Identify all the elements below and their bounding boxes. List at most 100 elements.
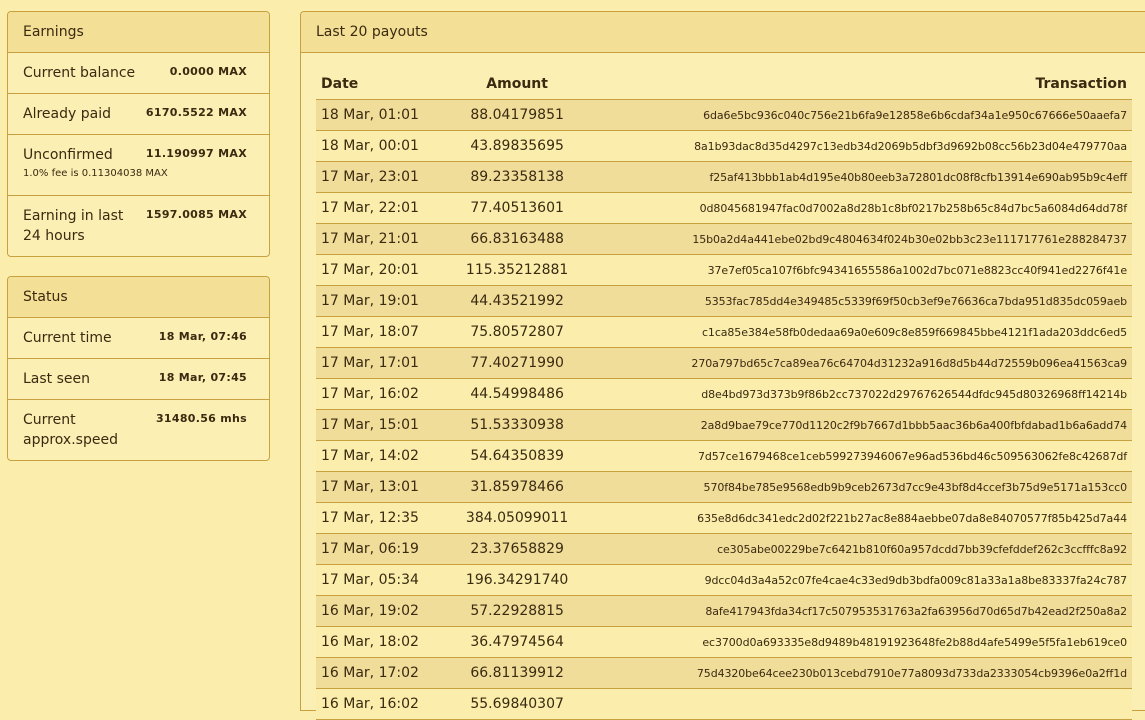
payout-transaction[interactable]: 6da6e5bc936c040c756e21b6fa9e12858e6b6cda… <box>586 99 1132 131</box>
earning-24h-label: Earning in last 24 hours <box>23 208 124 244</box>
payout-amount: 44.43521992 <box>448 285 587 317</box>
table-row: 17 Mar, 19:01 44.43521992 5353fac785dd4e34… <box>316 285 1132 317</box>
payout-amount: 44.54998486 <box>448 378 587 410</box>
payout-date: 18 Mar, 00:01 <box>316 130 449 162</box>
payout-date: 17 Mar, 23:01 <box>316 161 449 193</box>
table-row: 16 Mar, 19:02 57.22928815 8afe417943fda34c… <box>316 595 1132 627</box>
table-row: 17 Mar, 18:07 75.80572807 c1ca85e384e58fb0… <box>316 316 1132 348</box>
payout-transaction[interactable]: ec3700d0a693335e8d9489b48191923648fe2b88… <box>586 626 1132 658</box>
fee-note: 1.0% fee is 0.11304038 MAX <box>23 168 168 179</box>
payout-date: 16 Mar, 19:02 <box>316 595 449 627</box>
payout-amount: 66.83163488 <box>448 223 587 255</box>
payout-amount: 43.89835695 <box>448 130 587 162</box>
current-time-label: Current time <box>23 330 112 346</box>
table-row: 17 Mar, 16:02 44.54998486 d8e4bd973d373b9f… <box>316 378 1132 410</box>
status-panel: Status Current time 18 Mar, 07:46 Last s… <box>7 276 270 461</box>
last-seen-label: Last seen <box>23 371 91 387</box>
payouts-header-row: Date Amount Transaction <box>316 69 1132 100</box>
amount-column-header: Amount <box>448 69 587 100</box>
payout-date: 17 Mar, 17:01 <box>316 347 449 379</box>
payout-amount: 88.04179851 <box>448 99 587 131</box>
payout-date: 17 Mar, 21:01 <box>316 223 449 255</box>
payout-transaction[interactable]: 0d8045681947fac0d7002a8d28b1c8bf0217b258… <box>586 192 1132 224</box>
table-row: 18 Mar, 00:01 43.89835695 8a1b93dac8d35d42… <box>316 130 1132 162</box>
payout-transaction[interactable]: d8e4bd973d373b9f86b2cc737022d29767626544… <box>586 378 1132 410</box>
unconfirmed-value: 11.190997 MAX <box>145 147 247 160</box>
speed-label: Current approx.speed <box>23 412 118 448</box>
payout-date: 17 Mar, 16:02 <box>316 378 449 410</box>
payout-date: 17 Mar, 15:01 <box>316 409 449 441</box>
payout-amount: 75.80572807 <box>448 316 587 348</box>
payout-amount: 196.34291740 <box>448 564 587 596</box>
payout-transaction[interactable]: 75d4320be64cee230b013cebd7910e77a8093d73… <box>586 657 1132 689</box>
speed-row: Current approx.speed 31480.56 mhs <box>8 400 269 461</box>
table-row: 17 Mar, 13:01 31.85978466 570f84be785e9568… <box>316 471 1132 503</box>
current-balance-value: 0.0000 MAX <box>169 65 247 78</box>
payout-date: 18 Mar, 01:01 <box>316 99 449 131</box>
payout-transaction[interactable]: 2a8d9bae79ce770d1120c2f9b7667d1bbb5aac36… <box>586 409 1132 441</box>
payouts-title: Last 20 payouts <box>301 12 1145 53</box>
payout-amount: 77.40271990 <box>448 347 587 379</box>
payout-date: 17 Mar, 05:34 <box>316 564 449 596</box>
table-row: 17 Mar, 14:02 54.64350839 7d57ce1679468ce1… <box>316 440 1132 472</box>
payout-date: 17 Mar, 20:01 <box>316 254 449 286</box>
payout-amount: 31.85978466 <box>448 471 587 503</box>
earning-24h-row: Earning in last 24 hours 1597.0085 MAX <box>8 196 269 257</box>
table-row: 16 Mar, 16:02 55.69840307 <box>316 688 1132 720</box>
current-time-row: Current time 18 Mar, 07:46 <box>8 318 269 359</box>
table-row: 17 Mar, 06:19 23.37658829 ce305abe00229be7… <box>316 533 1132 565</box>
table-row: 17 Mar, 21:01 66.83163488 15b0a2d4a441ebe0… <box>316 223 1132 255</box>
table-row: 17 Mar, 23:01 89.23358138 f25af413bbb1ab4d… <box>316 161 1132 193</box>
payout-date: 17 Mar, 22:01 <box>316 192 449 224</box>
payouts-table: Date Amount Transaction 18 Mar, 01:01 88.… <box>316 69 1132 720</box>
table-row: 17 Mar, 12:35 384.05099011 635e8d6dc341edc… <box>316 502 1132 534</box>
table-row: 17 Mar, 20:01 115.35212881 37e7ef05ca107f6… <box>316 254 1132 286</box>
table-row: 17 Mar, 15:01 51.53330938 2a8d9bae79ce770d… <box>316 409 1132 441</box>
current-balance-label: Current balance <box>23 65 136 81</box>
payout-transaction[interactable]: 37e7ef05ca107f6bfc94341655586a1002d7bc07… <box>586 254 1132 286</box>
already-paid-label: Already paid <box>23 106 111 122</box>
payout-amount: 51.53330938 <box>448 409 587 441</box>
table-row: 17 Mar, 22:01 77.40513601 0d8045681947fac0… <box>316 192 1132 224</box>
table-row: 16 Mar, 18:02 36.47974564 ec3700d0a693335e… <box>316 626 1132 658</box>
payout-transaction[interactable]: 5353fac785dd4e349485c5339f69f50cb3ef9e76… <box>586 285 1132 317</box>
speed-value: 31480.56 mhs <box>155 412 247 425</box>
payout-transaction[interactable]: 635e8d6dc341edc2d02f221b27ac8e884aebbe07… <box>586 502 1132 534</box>
table-row: 17 Mar, 17:01 77.40271990 270a797bd65c7ca8… <box>316 347 1132 379</box>
payout-date: 17 Mar, 12:35 <box>316 502 449 534</box>
payout-transaction[interactable]: 270a797bd65c7ca89ea76c64704d31232a916d8d… <box>586 347 1132 379</box>
payout-date: 17 Mar, 06:19 <box>316 533 449 565</box>
payout-date: 16 Mar, 16:02 <box>316 688 449 720</box>
payout-date: 16 Mar, 17:02 <box>316 657 449 689</box>
payout-amount: 66.81139912 <box>448 657 587 689</box>
transaction-column-header: Transaction <box>586 69 1132 100</box>
table-row: 18 Mar, 01:01 88.04179851 6da6e5bc936c040c… <box>316 99 1132 131</box>
payout-transaction[interactable]: 9dcc04d3a4a52c07fe4cae4c33ed9db3bdfa009c… <box>586 564 1132 596</box>
status-title: Status <box>8 277 269 318</box>
earning-24h-value: 1597.0085 MAX <box>145 208 247 221</box>
table-row: 16 Mar, 17:02 66.81139912 75d4320be64cee23… <box>316 657 1132 689</box>
last-seen-value: 18 Mar, 07:45 <box>158 371 247 384</box>
current-balance-row: Current balance 0.0000 MAX <box>8 53 269 94</box>
payouts-panel: Last 20 payouts Date Amount Transaction … <box>300 11 1145 720</box>
already-paid-row: Already paid 6170.5522 MAX <box>8 94 269 135</box>
already-paid-value: 6170.5522 MAX <box>145 106 247 119</box>
payout-transaction[interactable]: 570f84be785e9568edb9b9ceb2673d7cc9e43bf8… <box>586 471 1132 503</box>
payout-transaction[interactable]: f25af413bbb1ab4d195e40b80eeb3a72801dc08f… <box>586 161 1132 193</box>
payout-transaction[interactable]: 15b0a2d4a441ebe02bd9c4804634f024b30e02bb… <box>586 223 1132 255</box>
payout-amount: 384.05099011 <box>448 502 587 534</box>
payout-amount: 89.23358138 <box>448 161 587 193</box>
payout-amount: 36.47974564 <box>448 626 587 658</box>
earnings-panel: Earnings Current balance 0.0000 MAX Alre… <box>7 11 270 257</box>
payout-transaction[interactable]: 8a1b93dac8d35d4297c13edb34d2069b5dbf3d96… <box>586 130 1132 162</box>
payout-transaction[interactable]: ce305abe00229be7c6421b810f60a957dcdd7bb3… <box>586 533 1132 565</box>
payout-transaction[interactable]: 8afe417943fda34cf17c507953531763a2fa6395… <box>586 595 1132 627</box>
current-time-value: 18 Mar, 07:46 <box>158 330 247 343</box>
payout-date: 16 Mar, 18:02 <box>316 626 449 658</box>
payout-transaction[interactable] <box>586 688 1132 720</box>
payout-date: 17 Mar, 14:02 <box>316 440 449 472</box>
last-seen-row: Last seen 18 Mar, 07:45 <box>8 359 269 400</box>
payout-transaction[interactable]: 7d57ce1679468ce1ceb599273946067e96ad536b… <box>586 440 1132 472</box>
payout-transaction[interactable]: c1ca85e384e58fb0dedaa69a0e609c8e859f6698… <box>586 316 1132 348</box>
date-column-header: Date <box>316 69 449 100</box>
